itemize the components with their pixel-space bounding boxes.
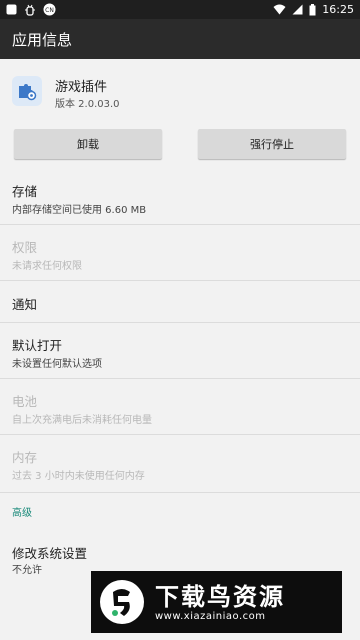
storage-item[interactable]: 存储 内部存储空间已使用 6.60 MB <box>0 169 360 225</box>
notifications-item[interactable]: 通知 <box>0 281 360 323</box>
uninstall-button[interactable]: 卸载 <box>14 129 162 159</box>
permissions-item[interactable]: 权限 未请求任何权限 <box>0 225 360 281</box>
content-area: 游戏插件 版本 2.0.03.0 卸载 强行停止 存储 内部存储空间已使用 6.… <box>0 59 360 640</box>
open-by-default-item[interactable]: 默认打开 未设置任何默认选项 <box>0 323 360 379</box>
battery-icon <box>309 3 316 16</box>
modify-system-settings-title: 修改系统设置 <box>12 546 88 561</box>
open-by-default-subtitle: 未设置任何默认选项 <box>12 359 102 370</box>
signal-icon <box>292 4 303 15</box>
app-header: 游戏插件 版本 2.0.03.0 <box>0 73 360 113</box>
modify-system-settings-subtitle: 不允许 <box>12 565 42 576</box>
memory-title: 内存 <box>12 450 38 465</box>
battery-subtitle: 自上次充满电后未消耗任何电量 <box>12 415 152 426</box>
bird-logo-icon <box>97 577 147 627</box>
status-bar: CN 16:25 <box>0 0 360 19</box>
advanced-section-header: 高级 <box>12 508 32 519</box>
watermark-title: 下载鸟资源 <box>155 582 285 611</box>
permissions-subtitle: 未请求任何权限 <box>12 261 82 272</box>
bug-icon <box>24 4 36 16</box>
cn-icon: CN <box>43 3 56 16</box>
page-title: 应用信息 <box>12 30 73 49</box>
wifi-icon <box>273 4 286 15</box>
watermark-banner: 下载鸟资源 www.xiazainiao.com <box>91 571 342 633</box>
notifications-title: 通知 <box>12 297 38 312</box>
storage-title: 存储 <box>12 184 38 199</box>
open-by-default-title: 默认打开 <box>12 338 63 353</box>
svg-text:CN: CN <box>45 7 54 14</box>
notification-square-icon <box>6 4 17 15</box>
status-time: 16:25 <box>322 3 354 16</box>
app-name: 游戏插件 <box>55 80 108 95</box>
memory-subtitle: 过去 3 小时内未使用任何内存 <box>12 471 145 482</box>
memory-item[interactable]: 内存 过去 3 小时内未使用任何内存 <box>0 435 360 493</box>
app-bar: 应用信息 <box>0 19 360 59</box>
app-version: 版本 2.0.03.0 <box>55 99 120 110</box>
watermark-url: www.xiazainiao.com <box>155 610 266 622</box>
battery-title: 电池 <box>12 394 38 409</box>
storage-subtitle: 内部存储空间已使用 6.60 MB <box>12 205 147 216</box>
battery-item[interactable]: 电池 自上次充满电后未消耗任何电量 <box>0 379 360 435</box>
permissions-title: 权限 <box>12 240 38 255</box>
force-stop-button[interactable]: 强行停止 <box>198 129 346 159</box>
puzzle-gear-icon <box>12 76 42 106</box>
